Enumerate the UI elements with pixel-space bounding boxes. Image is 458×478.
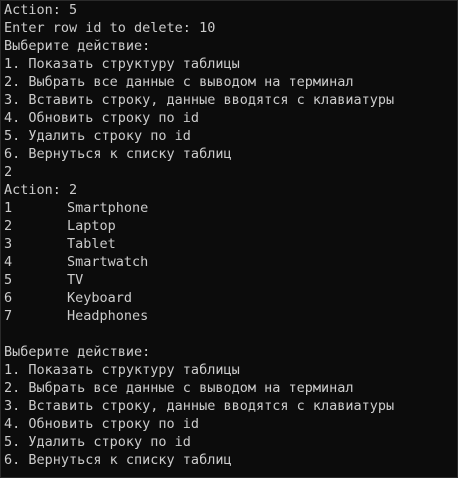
row-id: 7 — [4, 308, 13, 324]
table-row: 7 Headphones — [4, 307, 457, 325]
table-row: 3 Tablet — [4, 235, 457, 253]
menu-item: 2. Выбрать все данные с выводом на терми… — [4, 74, 354, 90]
row-id: 5 — [4, 272, 13, 288]
menu-item: 6. Вернуться к списку таблиц — [4, 452, 232, 468]
row-name: TV — [67, 272, 84, 288]
table-row: 5 TV — [4, 271, 457, 289]
menu-prompt: Выберите действие: — [4, 344, 151, 360]
row-name: Tablet — [67, 236, 116, 252]
user-input-line: 2 — [4, 164, 13, 180]
menu-item: 5. Удалить строку по id — [4, 128, 191, 144]
table-row: 1 Smartphone — [4, 199, 457, 217]
row-name: Headphones — [67, 308, 149, 324]
menu-item: 3. Вставить строку, данные вводятся с кл… — [4, 398, 395, 414]
terminal-window[interactable]: Action: 5 Enter row id to delete: 10 Выб… — [0, 0, 458, 478]
menu-item: 4. Обновить строку по id — [4, 110, 200, 126]
table-row: 4 Smartwatch — [4, 253, 457, 271]
row-name: Smartphone — [67, 200, 149, 216]
row-id: 4 — [4, 254, 13, 270]
row-id: 6 — [4, 290, 13, 306]
table-row: 2 Laptop — [4, 217, 457, 235]
menu-item: 3. Вставить строку, данные вводятся с кл… — [4, 92, 395, 108]
output-line: Action: 5 — [4, 2, 78, 18]
menu-item: 1. Показать структуру таблицы — [4, 56, 240, 72]
row-name: Laptop — [67, 218, 116, 234]
menu-item: 6. Вернуться к списку таблиц — [4, 146, 232, 162]
row-id: 3 — [4, 236, 13, 252]
action-line: Action: 2 — [4, 182, 78, 198]
table-row: 6 Keyboard — [4, 289, 457, 307]
menu-item: 5. Удалить строку по id — [4, 434, 191, 450]
row-id: 1 — [4, 200, 13, 216]
row-id: 2 — [4, 218, 13, 234]
output-line: Enter row id to delete: 10 — [4, 20, 216, 36]
menu-prompt: Выберите действие: — [4, 38, 151, 54]
menu-item: 4. Обновить строку по id — [4, 416, 200, 432]
row-name: Keyboard — [67, 290, 133, 306]
row-name: Smartwatch — [67, 254, 149, 270]
menu-item: 2. Выбрать все данные с выводом на терми… — [4, 380, 354, 396]
menu-item: 1. Показать структуру таблицы — [4, 362, 240, 378]
